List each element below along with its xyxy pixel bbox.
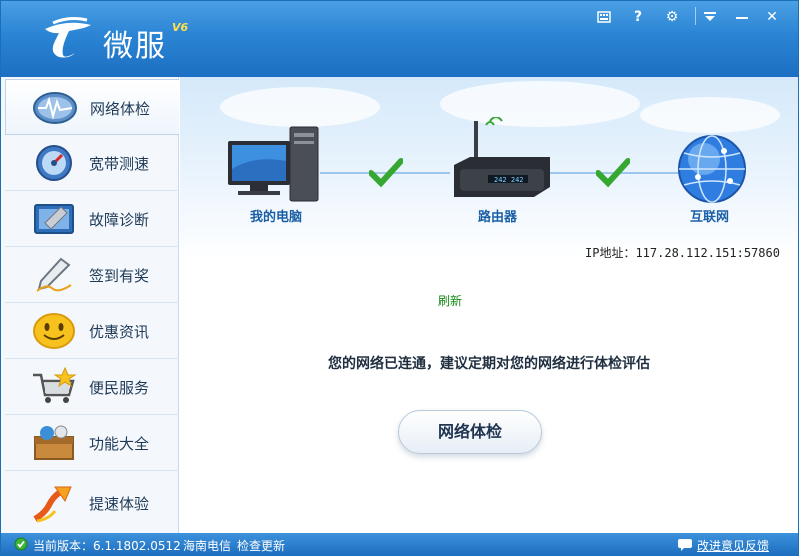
internet-label: 互联网 bbox=[690, 210, 730, 225]
computer-label: 我的电脑 bbox=[250, 210, 303, 225]
main-panel: 我的电脑 242 242 路由器 互联网 IP地址：117.28.112.151… bbox=[180, 77, 798, 533]
computer-icon bbox=[228, 126, 319, 202]
titlebar-divider bbox=[695, 7, 696, 25]
refresh-link[interactable]: 刷新 bbox=[438, 292, 462, 309]
network-check-icon bbox=[33, 92, 77, 124]
version-label: 当前版本：6.1.1802.0512 bbox=[33, 539, 181, 553]
sidebar-item-label: 优惠资讯 bbox=[89, 323, 150, 341]
sidebar: 网络体检 宽带测速 故障诊断 签到有奖 优惠资讯 便民服务 功能大全 提速体验 bbox=[1, 77, 179, 533]
ip-address: IP地址：117.28.112.151:57860 bbox=[585, 246, 780, 260]
sidebar-item-diagnosis[interactable]: 故障诊断 bbox=[5, 191, 179, 247]
sidebar-item-network-check[interactable]: 网络体检 bbox=[5, 79, 179, 135]
sidebar-item-label: 故障诊断 bbox=[89, 211, 150, 229]
sidebar-item-services[interactable]: 便民服务 bbox=[5, 359, 179, 415]
toolbox-icon bbox=[34, 425, 74, 460]
check-update-link[interactable]: 检查更新 bbox=[237, 537, 285, 554]
wrench-icon bbox=[34, 204, 74, 234]
status-bar: 当前版本：6.1.1802.0512 海南电信 检查更新 改进意见反馈 bbox=[1, 533, 798, 555]
sidebar-item-sign-in[interactable]: 签到有奖 bbox=[5, 247, 179, 303]
smiley-icon bbox=[33, 313, 75, 349]
check-icon bbox=[369, 158, 403, 188]
globe-icon bbox=[678, 135, 746, 203]
app-version: V6 bbox=[172, 21, 189, 34]
help-icon[interactable]: ? bbox=[627, 7, 649, 27]
gear-icon[interactable]: ⚙ bbox=[661, 7, 683, 27]
network-check-button[interactable]: 网络体检 bbox=[398, 410, 542, 454]
feedback-link[interactable]: 改进意见反馈 bbox=[697, 537, 769, 554]
sidebar-item-promotions[interactable]: 优惠资讯 bbox=[5, 303, 179, 359]
app-window: 微服 V6 ? ⚙ ✕ 网络体检 宽带测速 故障诊断 签到有奖 优惠资讯 便民服… bbox=[0, 0, 799, 556]
sidebar-item-label: 功能大全 bbox=[89, 435, 150, 453]
ok-status-icon bbox=[14, 537, 28, 551]
router-label: 路由器 bbox=[478, 210, 518, 225]
isp-label: 海南电信 bbox=[183, 539, 232, 553]
check-icon bbox=[596, 158, 630, 188]
speedometer-icon bbox=[36, 145, 72, 181]
sidebar-item-all-features[interactable]: 功能大全 bbox=[5, 415, 179, 471]
telecom-logo-icon bbox=[45, 17, 91, 58]
sidebar-item-label: 提速体验 bbox=[89, 495, 150, 513]
shopping-cart-icon bbox=[33, 367, 77, 403]
keyboard-icon[interactable] bbox=[593, 7, 615, 27]
title-bar[interactable]: 微服 V6 ? ⚙ ✕ bbox=[1, 1, 798, 77]
app-name: 微服 bbox=[103, 29, 167, 64]
minimize-icon[interactable] bbox=[731, 7, 753, 27]
sidebar-item-label: 网络体检 bbox=[90, 100, 151, 118]
sidebar-item-label: 签到有奖 bbox=[89, 267, 150, 285]
svg-text:242 242: 242 242 bbox=[494, 176, 524, 184]
router-icon: 242 242 bbox=[454, 117, 550, 197]
sidebar-item-speed-test[interactable]: 宽带测速 bbox=[5, 135, 179, 191]
sidebar-item-label: 宽带测速 bbox=[89, 155, 150, 173]
pen-icon bbox=[36, 257, 72, 292]
rocket-arrow-icon bbox=[33, 486, 72, 523]
close-icon[interactable]: ✕ bbox=[761, 7, 783, 27]
sidebar-item-label: 便民服务 bbox=[89, 379, 150, 397]
dropdown-icon[interactable] bbox=[699, 7, 721, 27]
feedback-icon bbox=[678, 539, 692, 551]
status-message: 您的网络已连通，建议定期对您的网络进行体检评估 bbox=[328, 356, 650, 372]
sidebar-item-speed-boost[interactable]: 提速体验 bbox=[5, 475, 179, 531]
